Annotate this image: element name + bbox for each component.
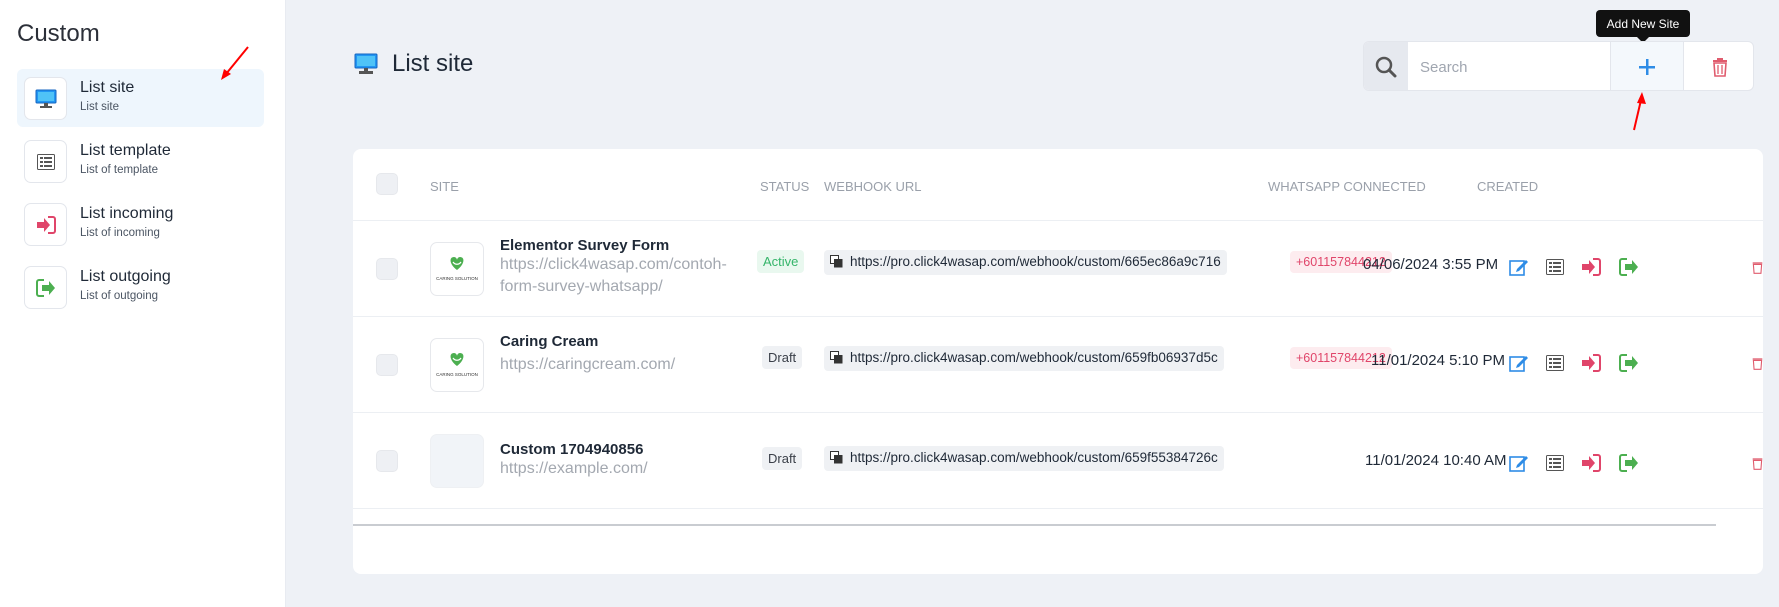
sign-out-icon[interactable]: [1618, 256, 1640, 278]
site-logo: CARING SOLUTION: [430, 338, 484, 392]
monitor-icon: [24, 77, 67, 120]
sign-in-icon[interactable]: [1580, 256, 1602, 278]
site-url[interactable]: https://example.com/: [500, 458, 745, 480]
sidebar: Custom List site List site List template…: [0, 0, 286, 607]
webhook-url[interactable]: https://pro.click4wasap.com/webhook/cust…: [824, 446, 1224, 471]
column-header-status: STATUS: [760, 179, 810, 194]
table-header: SITE STATUS WEBHOOK URL WHATSAPP CONNECT…: [353, 149, 1763, 221]
list-icon[interactable]: [1544, 352, 1566, 374]
sidebar-item-sublabel: List of outgoing: [80, 290, 159, 302]
site-logo-placeholder: [430, 434, 484, 488]
sign-out-icon[interactable]: [1618, 452, 1640, 474]
plus-icon: [1639, 59, 1655, 75]
edit-icon[interactable]: [1508, 452, 1530, 474]
annotation-arrow-icon: [221, 46, 249, 80]
column-header-site: SITE: [430, 179, 459, 194]
trash-icon[interactable]: [1752, 352, 1763, 374]
search-icon[interactable]: [1364, 42, 1408, 90]
sign-in-icon[interactable]: [1580, 452, 1602, 474]
status-badge: Draft: [762, 447, 803, 470]
list-icon[interactable]: [1544, 452, 1566, 474]
row-checkbox[interactable]: [376, 258, 398, 280]
sidebar-item-list-incoming[interactable]: List incoming List of incoming: [17, 195, 264, 253]
site-url[interactable]: https://click4wasap.com/contoh-form-surv…: [500, 254, 745, 298]
webhook-url-text: https://pro.click4wasap.com/webhook/cust…: [850, 450, 1218, 465]
site-name[interactable]: Elementor Survey Form: [500, 237, 669, 254]
created-date: 04/06/2024 3:55 PM: [1363, 256, 1499, 273]
add-new-site-button[interactable]: [1610, 42, 1683, 90]
monitor-icon: [354, 53, 378, 80]
column-header-webhook: WEBHOOK URL: [824, 179, 922, 194]
trash-icon[interactable]: [1752, 452, 1763, 474]
add-new-site-tooltip: Add New Site: [1596, 10, 1690, 43]
site-name[interactable]: Caring Cream: [500, 333, 598, 350]
row-checkbox[interactable]: [376, 354, 398, 376]
annotation-arrow-icon: [1633, 92, 1646, 131]
webhook-url[interactable]: https://pro.click4wasap.com/webhook/cust…: [824, 250, 1227, 275]
sidebar-item-sublabel: List of template: [80, 164, 158, 176]
trash-icon: [1712, 57, 1727, 77]
table-row: CARING SOLUTION Caring Cream https://car…: [353, 317, 1763, 413]
site-url[interactable]: https://caringcream.com/: [500, 354, 745, 376]
column-header-created: CREATED: [1477, 179, 1539, 194]
list-icon: [24, 140, 67, 183]
webhook-url[interactable]: https://pro.click4wasap.com/webhook/cust…: [824, 346, 1224, 371]
sign-in-icon[interactable]: [1580, 352, 1602, 374]
sidebar-item-label: List site: [80, 79, 135, 96]
delete-selected-button[interactable]: [1683, 42, 1753, 90]
trash-icon[interactable]: [1752, 256, 1763, 278]
sidebar-title: Custom: [17, 20, 100, 47]
site-table: SITE STATUS WEBHOOK URL WHATSAPP CONNECT…: [353, 149, 1763, 574]
copy-icon: [830, 255, 843, 268]
column-header-whatsapp: WHATSAPP CONNECTED: [1268, 179, 1426, 194]
search-input[interactable]: [1408, 42, 1604, 90]
webhook-url-text: https://pro.click4wasap.com/webhook/cust…: [850, 350, 1218, 365]
edit-icon[interactable]: [1508, 352, 1530, 374]
sidebar-item-label: List outgoing: [80, 268, 171, 285]
table-row: CARING SOLUTION Elementor Survey Form ht…: [353, 221, 1763, 317]
sign-out-icon: [24, 266, 67, 309]
table-row: Custom 1704940856 https://example.com/ D…: [353, 413, 1763, 509]
status-badge: Active: [757, 250, 805, 273]
logo-text: CARING SOLUTION: [436, 372, 478, 377]
copy-icon: [830, 451, 843, 464]
created-date: 11/01/2024 10:40 AM: [1365, 452, 1507, 469]
status-badge: Draft: [762, 346, 803, 369]
list-icon[interactable]: [1544, 256, 1566, 278]
sidebar-item-label: List incoming: [80, 205, 174, 222]
sign-in-icon: [24, 203, 67, 246]
sidebar-item-sublabel: List site: [80, 101, 119, 113]
copy-icon: [830, 351, 843, 364]
logo-text: CARING SOLUTION: [436, 276, 478, 281]
toolbar: [1363, 41, 1754, 91]
horizontal-scrollbar[interactable]: [353, 524, 1716, 526]
sign-out-icon[interactable]: [1618, 352, 1640, 374]
site-name[interactable]: Custom 1704940856: [500, 441, 643, 458]
sidebar-item-list-outgoing[interactable]: List outgoing List of outgoing: [17, 258, 264, 316]
edit-icon[interactable]: [1508, 256, 1530, 278]
sidebar-item-list-template[interactable]: List template List of template: [17, 132, 264, 190]
sidebar-item-label: List template: [80, 142, 171, 159]
row-checkbox[interactable]: [376, 450, 398, 472]
created-date: 11/01/2024 5:10 PM: [1371, 352, 1505, 369]
sidebar-item-sublabel: List of incoming: [80, 227, 160, 239]
webhook-url-text: https://pro.click4wasap.com/webhook/cust…: [850, 254, 1221, 269]
select-all-checkbox[interactable]: [376, 173, 398, 195]
page-title: List site: [392, 50, 474, 77]
site-logo: CARING SOLUTION: [430, 242, 484, 296]
